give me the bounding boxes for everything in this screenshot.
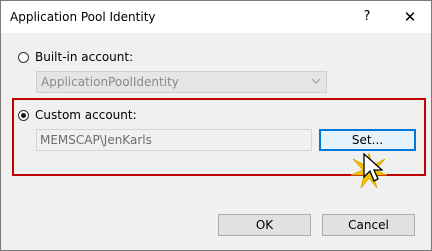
- builtin-account-radio[interactable]: [18, 51, 29, 63]
- builtin-account-dropdown[interactable]: ApplicationPoolIdentity: [36, 71, 327, 93]
- builtin-account-label: Built-in account:: [35, 50, 134, 64]
- help-button[interactable]: ?: [352, 5, 382, 29]
- set-button[interactable]: Set...: [319, 129, 416, 151]
- cancel-button[interactable]: Cancel: [322, 214, 415, 236]
- custom-account-field[interactable]: MEMSCAP\JenKarls: [36, 129, 312, 151]
- arrow-cursor-icon: [363, 153, 383, 182]
- dialog-title: Application Pool Identity: [10, 10, 156, 24]
- dialog-body: Built-in account: ApplicationPoolIdentit…: [1, 33, 431, 250]
- title-bar: Application Pool Identity ? ✕: [1, 1, 431, 33]
- builtin-account-option[interactable]: Built-in account:: [18, 50, 133, 64]
- ok-button[interactable]: OK: [218, 214, 311, 236]
- custom-account-radio[interactable]: [18, 109, 29, 121]
- custom-account-label: Custom account:: [35, 108, 137, 122]
- custom-account-option[interactable]: Custom account:: [18, 108, 137, 122]
- close-button[interactable]: ✕: [395, 5, 425, 29]
- builtin-account-value: ApplicationPoolIdentity: [41, 75, 179, 89]
- application-pool-identity-dialog: Application Pool Identity ? ✕ Built-in a…: [0, 0, 432, 251]
- chevron-down-icon: [311, 78, 321, 84]
- custom-account-value: MEMSCAP\JenKarls: [40, 133, 152, 147]
